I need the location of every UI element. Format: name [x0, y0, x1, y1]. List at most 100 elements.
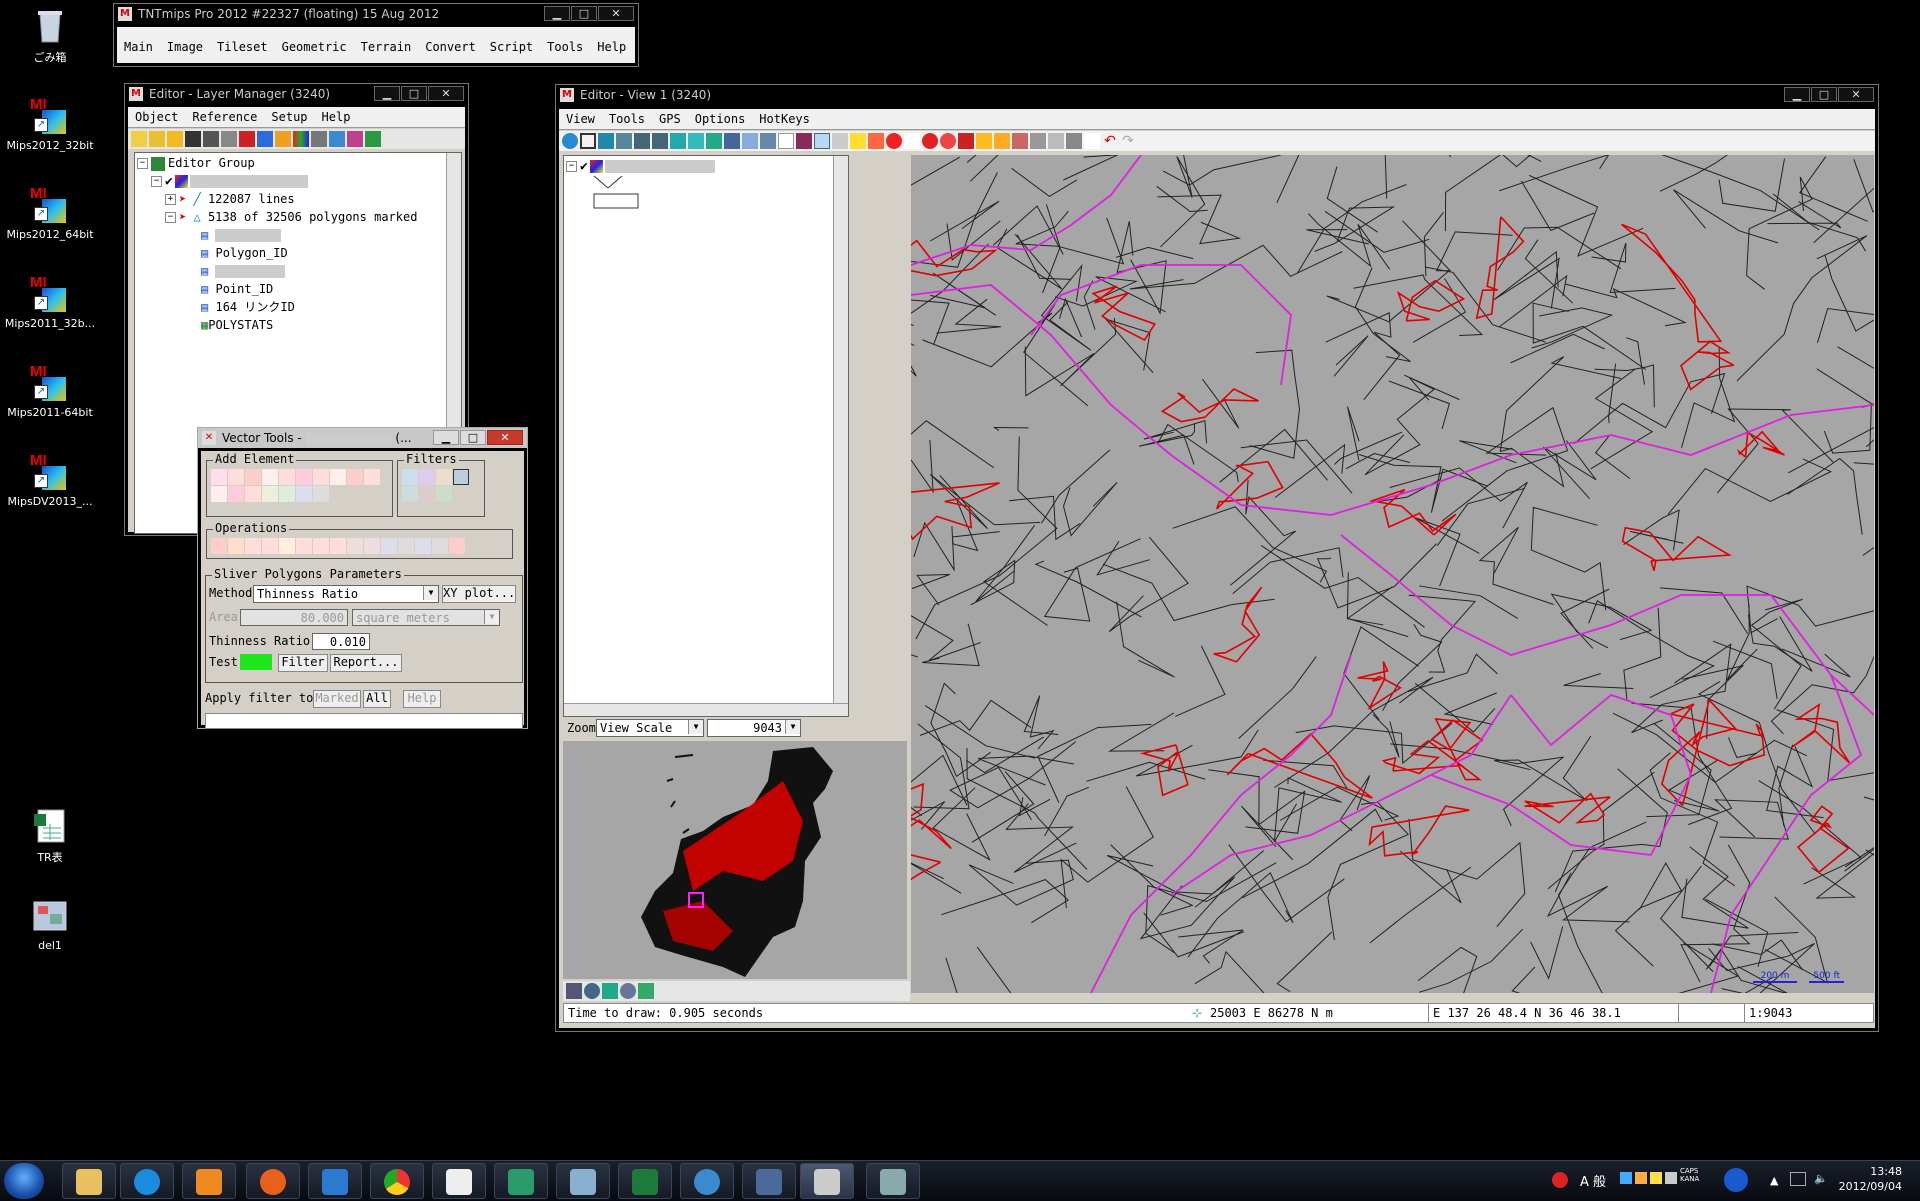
paste-icon[interactable] [1066, 133, 1082, 149]
cancel-icon[interactable] [922, 133, 938, 149]
taskbar-tntmips[interactable] [800, 1163, 854, 1199]
checkmark-icon[interactable]: ✔ [165, 174, 173, 189]
tree-row-polygon-id[interactable]: ▤ Polygon_ID [201, 245, 288, 261]
add-transform-icon[interactable] [313, 486, 329, 502]
minimize-button[interactable]: ▁ [433, 430, 459, 445]
show-hidden-icons[interactable]: ▲ [1770, 1174, 1778, 1187]
add-stream-icon[interactable] [211, 486, 227, 502]
area-units-select[interactable]: square meters ▼ [352, 609, 500, 626]
main-window-titlebar[interactable]: M TNTmips Pro 2012 #22327 (floating) 15 … [114, 4, 638, 24]
pencil-icon[interactable] [976, 133, 992, 149]
taskbar-globe[interactable] [680, 1163, 734, 1199]
network-icon[interactable] [1790, 1172, 1806, 1186]
redo-icon[interactable]: ↷ [1120, 133, 1136, 149]
pan-icon[interactable] [616, 133, 632, 149]
collapse-toggle[interactable]: − [566, 161, 577, 172]
menu-help[interactable]: Help [590, 40, 633, 54]
highlight-icon[interactable] [275, 131, 291, 147]
maximize-button[interactable]: □ [460, 430, 486, 445]
add-rectangle-icon[interactable] [279, 469, 295, 485]
ime-icon[interactable] [1635, 1172, 1647, 1184]
menu-main[interactable]: Main [117, 40, 160, 54]
help-icon[interactable] [1724, 1168, 1748, 1192]
add-polyline-icon[interactable] [228, 469, 244, 485]
taskbar-excel[interactable] [618, 1163, 672, 1199]
edit-icon[interactable] [994, 133, 1010, 149]
thinness-field[interactable]: 0.010 [312, 633, 370, 650]
menu-tools[interactable]: Tools [540, 40, 590, 54]
layer-controls-icon[interactable] [796, 133, 812, 149]
close-button[interactable]: ✕ [598, 6, 634, 21]
add-ellipse-icon[interactable] [228, 486, 244, 502]
menu-script[interactable]: Script [483, 40, 540, 54]
paint-icon[interactable] [228, 538, 244, 554]
add-polygon-icon[interactable] [245, 469, 261, 485]
map-canvas[interactable]: 200 m 500 ft [911, 155, 1874, 993]
redraw-icon[interactable] [562, 133, 578, 149]
clock[interactable]: 13:48 2012/09/04 [1826, 1164, 1902, 1194]
expand-toggle[interactable]: + [165, 194, 176, 205]
menu-view[interactable]: View [559, 112, 602, 126]
maximize-button[interactable]: □ [571, 6, 597, 21]
tree-row-lines[interactable]: + ➤ ╱ 122087 lines [165, 191, 295, 207]
search-icon[interactable] [940, 133, 956, 149]
taskbar-tasks[interactable] [308, 1163, 362, 1199]
menu-object[interactable]: Object [128, 110, 185, 124]
view-tree-row-layer[interactable]: − ✔ [566, 158, 715, 174]
navigate-icon[interactable] [724, 133, 740, 149]
add-arc-icon[interactable] [313, 469, 329, 485]
add-label-icon[interactable] [262, 469, 278, 485]
label-icon[interactable] [381, 538, 397, 554]
add-layer-icon[interactable] [131, 131, 147, 147]
add-curve-icon[interactable] [347, 469, 363, 485]
minimize-button[interactable]: ▁ [1784, 87, 1810, 102]
add-circle-icon[interactable] [330, 469, 346, 485]
collapse-toggle[interactable]: − [151, 176, 162, 187]
zoom-in-icon[interactable] [634, 133, 650, 149]
add-point-icon[interactable] [296, 469, 312, 485]
locator-zoom-out-icon[interactable] [602, 983, 618, 999]
taskbar-app[interactable] [432, 1163, 486, 1199]
checkmark-icon[interactable]: ✔ [580, 159, 588, 174]
collapse-toggle[interactable]: − [137, 158, 148, 169]
filter-polygon-icon[interactable] [402, 486, 418, 502]
menu-options[interactable]: Options [688, 112, 753, 126]
filter-intersect-icon[interactable] [419, 469, 435, 485]
cut-icon[interactable] [1030, 133, 1046, 149]
taskbar-window[interactable] [742, 1163, 796, 1199]
vector-tools-titlebar[interactable]: ✕ Vector Tools - (... ▁ □ ✕ [198, 428, 527, 448]
taskbar-explorer[interactable] [62, 1163, 116, 1199]
add-route-icon[interactable] [262, 486, 278, 502]
filter-node-icon[interactable] [436, 486, 452, 502]
tree-row-point-id[interactable]: ▤ Point_ID [201, 281, 273, 297]
add-node-icon[interactable] [364, 469, 380, 485]
menu-setup[interactable]: Setup [264, 110, 314, 124]
report-button[interactable]: Report... [330, 654, 402, 672]
legend-icon[interactable] [1012, 133, 1028, 149]
apply-marked-button[interactable]: Marked [313, 690, 361, 708]
zoom-1x-icon[interactable] [670, 133, 686, 149]
tool-icon[interactable] [432, 538, 448, 554]
copy-icon[interactable] [1048, 133, 1064, 149]
print-icon[interactable] [221, 131, 237, 147]
chevron-down-icon[interactable]: ▼ [423, 586, 438, 600]
chevron-down-icon[interactable]: ▼ [484, 610, 499, 624]
menu-gps[interactable]: GPS [652, 112, 688, 126]
collapse-toggle[interactable]: − [165, 212, 176, 223]
close-button[interactable]: ✕ [428, 86, 464, 101]
sketch-icon[interactable] [868, 133, 884, 149]
zoom-value-select[interactable]: 9043 ▼ [707, 719, 801, 737]
zoom-box-icon[interactable] [598, 133, 614, 149]
pointer-icon[interactable] [958, 133, 974, 149]
apply-all-button[interactable]: All [363, 690, 391, 708]
desktop-icon-recycle-bin[interactable]: ごみ箱 [4, 6, 96, 65]
split-icon[interactable] [245, 538, 261, 554]
locate-icon[interactable] [742, 133, 758, 149]
menu-image[interactable]: Image [160, 40, 210, 54]
chevron-down-icon[interactable]: ▼ [688, 720, 703, 734]
maximize-button[interactable]: □ [1811, 87, 1837, 102]
tree-row-polygons[interactable]: − ➤ △ 5138 of 32506 polygons marked [165, 209, 417, 225]
tree-row-table-3[interactable]: ▤ [201, 263, 286, 279]
desktop-icon-mips2012-32bit[interactable]: MI ↗ Mips2012_32bit [4, 96, 96, 152]
view-titlebar[interactable]: M Editor - View 1 (3240) ▁ □ ✕ [556, 85, 1878, 105]
